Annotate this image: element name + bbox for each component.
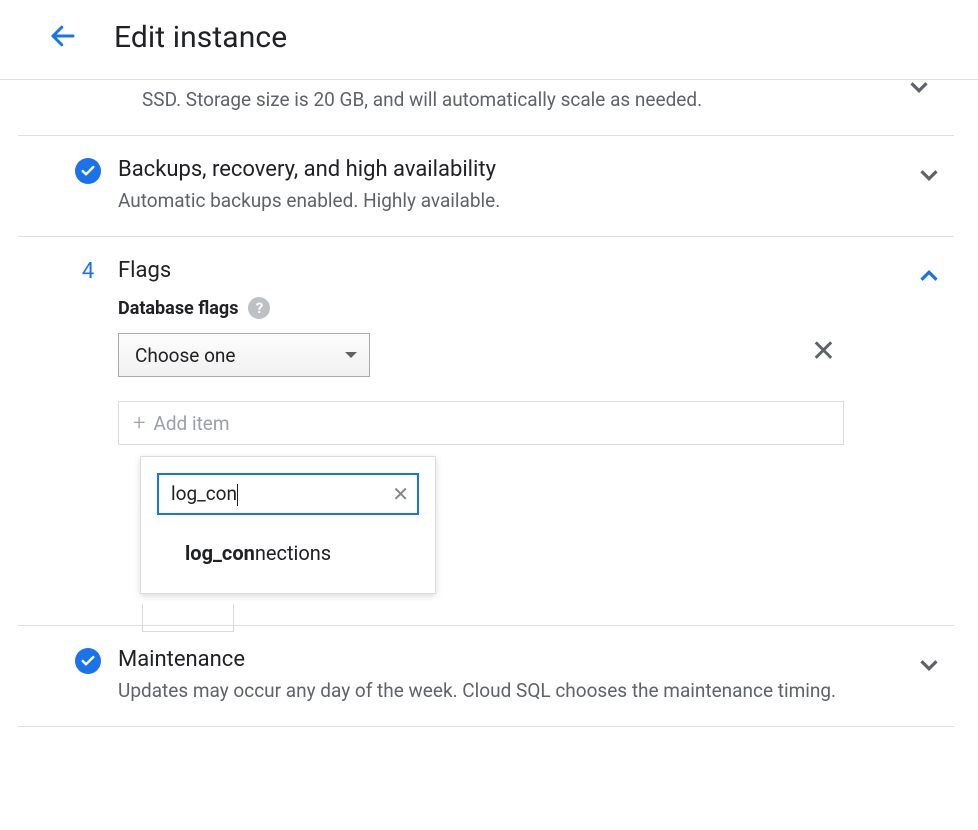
dropdown-triangle-icon [345, 352, 357, 358]
flag-search-value: log_con [171, 482, 392, 506]
back-arrow-icon[interactable] [48, 21, 78, 55]
step-number: 4 [82, 259, 94, 284]
flag-select-label: Choose one [135, 344, 236, 367]
maintenance-subtitle: Updates may occur any day of the week. C… [118, 678, 844, 704]
chevron-up-icon[interactable] [914, 261, 944, 295]
section-storage: SSD. Storage size is 20 GB, and will aut… [18, 68, 954, 136]
help-icon[interactable]: ? [248, 297, 270, 319]
maintenance-title: Maintenance [118, 646, 844, 674]
check-circle-icon [75, 648, 101, 674]
flag-dropdown-panel: log_con ✕ log_connections [140, 456, 436, 594]
backups-subtitle: Automatic backups enabled. Highly availa… [118, 188, 844, 214]
flags-title: Flags [118, 257, 844, 285]
check-circle-icon [75, 158, 101, 184]
flag-search-input[interactable]: log_con ✕ [157, 473, 419, 515]
ghost-box [142, 604, 234, 632]
backups-title: Backups, recovery, and high availability [118, 156, 844, 184]
flag-option-log-connections[interactable]: log_connections [141, 523, 435, 583]
plus-icon: + [133, 411, 145, 436]
section-backups[interactable]: Backups, recovery, and high availability… [18, 136, 954, 237]
chevron-down-icon[interactable] [914, 650, 944, 684]
database-flags-label: Database flags ? [118, 297, 844, 319]
chevron-down-icon[interactable] [914, 160, 944, 194]
remove-flag-button[interactable]: ✕ [811, 337, 836, 367]
clear-search-icon[interactable]: ✕ [392, 482, 409, 506]
chevron-down-icon[interactable] [904, 72, 934, 106]
section-maintenance[interactable]: Maintenance Updates may occur any day of… [18, 626, 954, 727]
add-item-button[interactable]: + Add item [118, 401, 844, 445]
storage-description: SSD. Storage size is 20 GB, and will aut… [18, 86, 954, 113]
flag-select[interactable]: Choose one [118, 333, 370, 377]
page-title: Edit instance [114, 20, 287, 55]
